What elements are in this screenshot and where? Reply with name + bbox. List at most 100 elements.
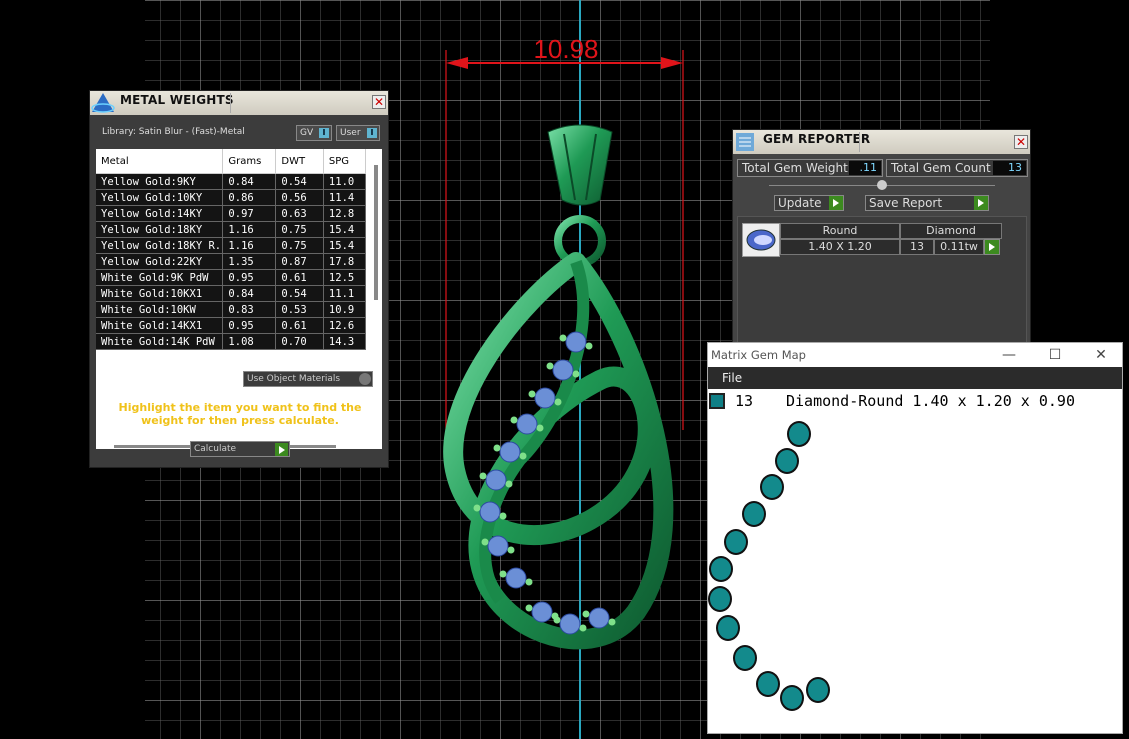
table-cell: Yellow Gold:18KY (96, 221, 224, 238)
prong-bead (525, 578, 533, 586)
table-cell: 11.0 (323, 173, 367, 190)
gem-group-count: 13 (735, 392, 754, 410)
gem-marker[interactable] (733, 645, 757, 671)
table-row[interactable]: Yellow Gold:14KY 0.97 0.63 12.8 (96, 205, 367, 222)
diamond-stone[interactable] (516, 413, 538, 435)
update-button[interactable]: Update (774, 195, 844, 211)
gem-group-header[interactable]: 13 Diamond-Round 1.40 x 1.20 x 0.90 (708, 391, 1124, 413)
diamond-stone[interactable] (559, 613, 581, 635)
gem-map-window: Matrix Gem Map — ☐ ✕ File 13 Diamond-Rou… (707, 342, 1123, 734)
table-row[interactable]: White Gold:14KX1 0.95 0.61 12.6 (96, 317, 367, 334)
vertical-scrollbar[interactable] (374, 165, 378, 300)
close-icon[interactable]: ✕ (372, 95, 386, 109)
user-toggle[interactable]: User I (336, 125, 380, 141)
table-cell: 1.35 (222, 253, 277, 270)
table-row[interactable]: Yellow Gold:18KY 1.16 0.75 15.4 (96, 221, 367, 238)
table-cell: 0.95 (222, 317, 277, 334)
diamond-stone[interactable] (531, 601, 553, 623)
dropdown-icon (359, 373, 371, 385)
splitter-handle-icon[interactable] (877, 180, 887, 190)
column-header[interactable]: Grams (222, 149, 277, 174)
table-row[interactable]: Yellow Gold:22KY 1.35 0.87 17.8 (96, 253, 367, 270)
gem-report-table[interactable]: Round Diamond 1.40 X 1.20 13 0.11tw (737, 216, 1027, 348)
table-cell: 0.97 (222, 205, 277, 222)
gem-reporter-titlebar[interactable]: GEM REPORTER ✕ (733, 130, 1030, 154)
metal-weights-panel: METAL WEIGHTS ✕ Library: Satin Blur - (F… (89, 90, 389, 468)
close-icon[interactable]: ✕ (1014, 135, 1028, 149)
prong-bead (499, 570, 507, 578)
gem-marker[interactable] (724, 529, 748, 555)
table-cell: 0.53 (275, 301, 324, 318)
gem-marker[interactable] (756, 671, 780, 697)
menu-file[interactable]: File (722, 371, 742, 385)
gv-toggle[interactable]: GV I (296, 125, 332, 141)
gem-marker[interactable] (742, 501, 766, 527)
prong-bead (479, 472, 487, 480)
play-icon (974, 196, 988, 210)
row-action-button[interactable] (984, 239, 1000, 255)
gem-marker[interactable] (775, 448, 799, 474)
save-report-button[interactable]: Save Report (865, 195, 989, 211)
table-row[interactable]: Yellow Gold:9KY 0.84 0.54 11.0 (96, 173, 367, 190)
column-header[interactable]: Metal (96, 149, 224, 174)
gem-group-description: Diamond-Round 1.40 x 1.20 x 0.90 (786, 392, 1075, 410)
gem-marker[interactable] (806, 677, 830, 703)
metal-weights-app-icon (91, 93, 115, 113)
maximize-icon[interactable]: ☐ (1032, 343, 1078, 367)
table-cell: Yellow Gold:10KY (96, 189, 224, 206)
table-cell: 0.84 (222, 285, 277, 302)
diamond-stone[interactable] (552, 359, 574, 381)
diamond-stone[interactable] (505, 567, 527, 589)
prong-bead (579, 624, 587, 632)
gem-marker[interactable] (708, 586, 732, 612)
prong-bead (553, 616, 561, 624)
gem-marker[interactable] (716, 615, 740, 641)
column-header[interactable]: SPG (323, 149, 367, 174)
diamond-stone[interactable] (479, 501, 501, 523)
close-icon[interactable]: ✕ (1078, 343, 1124, 367)
gv-label: GV (300, 128, 314, 138)
update-label: Update (778, 196, 822, 210)
diamond-stone[interactable] (534, 387, 556, 409)
table-row[interactable]: Yellow Gold:10KY 0.86 0.56 11.4 (96, 189, 367, 206)
table-cell: White Gold:14KX1 (96, 317, 224, 334)
table-cell: 0.61 (275, 317, 324, 334)
weight-cell: 0.11tw (934, 239, 984, 255)
gem-marker[interactable] (787, 421, 811, 447)
table-cell: 0.56 (275, 189, 324, 206)
play-icon (829, 196, 843, 210)
prong-bead (510, 416, 518, 424)
gem-reporter-panel: GEM REPORTER ✕ Total Gem Weight .11 Tota… (732, 129, 1031, 348)
calculate-button[interactable]: Calculate (190, 441, 290, 457)
table-row[interactable]: White Gold:10KW 0.83 0.53 10.9 (96, 301, 367, 318)
instruction-text: Highlight the item you want to find the … (118, 401, 362, 427)
diamond-stone[interactable] (485, 469, 507, 491)
diamond-stone[interactable] (487, 535, 509, 557)
gem-marker[interactable] (709, 556, 733, 582)
dimension-value: 10.98 (533, 34, 598, 64)
table-row[interactable]: White Gold:9K PdW 0.95 0.61 12.5 (96, 269, 367, 286)
table-row[interactable]: White Gold:14K PdW 1.08 0.70 14.3 (96, 333, 367, 350)
table-cell: 11.4 (323, 189, 367, 206)
color-swatch[interactable] (709, 393, 725, 409)
use-object-materials-dropdown[interactable]: Use Object Materials (243, 371, 373, 387)
table-cell: 1.08 (222, 333, 277, 350)
gem-map-title: Matrix Gem Map (711, 348, 806, 362)
table-cell: 0.63 (275, 205, 324, 222)
metal-weights-titlebar[interactable]: METAL WEIGHTS ✕ (90, 91, 388, 115)
table-row[interactable]: Yellow Gold:18KY R... 1.16 0.75 15.4 (96, 237, 367, 254)
table-cell: 12.5 (323, 269, 367, 286)
gem-marker[interactable] (760, 474, 784, 500)
table-cell: Yellow Gold:22KY (96, 253, 224, 270)
diamond-stone[interactable] (588, 607, 610, 629)
gem-marker[interactable] (780, 685, 804, 711)
diamond-stone[interactable] (565, 331, 587, 353)
play-icon (275, 443, 288, 456)
column-header[interactable]: DWT (275, 149, 324, 174)
table-cell: 11.1 (323, 285, 367, 302)
diamond-stone[interactable] (499, 441, 521, 463)
table-cell: 0.54 (275, 285, 324, 302)
count-cell: 13 (900, 239, 934, 255)
minimize-icon[interactable]: — (986, 343, 1032, 367)
table-row[interactable]: White Gold:10KX1 0.84 0.54 11.1 (96, 285, 367, 302)
